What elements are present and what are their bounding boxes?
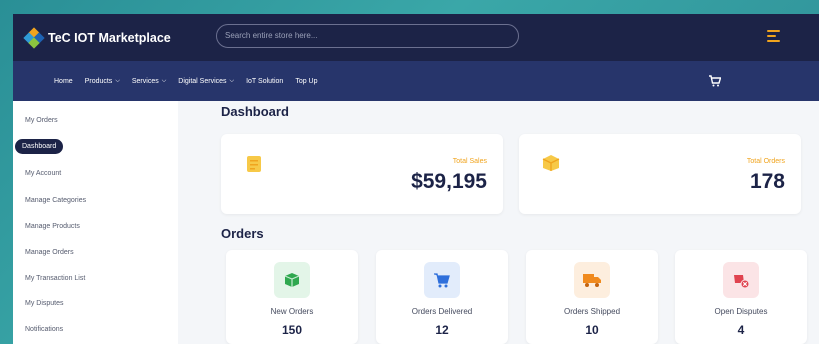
chevron-down-icon: ⌵ [115, 77, 120, 84]
package-icon [274, 262, 310, 298]
stat-value: 178 [749, 170, 785, 193]
sidebar-item-notifications[interactable]: Notifications [25, 326, 63, 333]
order-card-value: 12 [435, 323, 449, 337]
document-icon [247, 156, 261, 172]
order-card-new[interactable]: New Orders 150 [226, 250, 358, 344]
order-card-label: New Orders [270, 307, 314, 316]
sidebar-item-transaction-list[interactable]: My Transaction List [25, 275, 85, 282]
hamburger-menu-icon[interactable] [767, 30, 780, 42]
sidebar-item-my-disputes[interactable]: My Disputes [25, 300, 64, 307]
order-card-label: Open Disputes [714, 307, 768, 316]
box-icon [542, 155, 560, 171]
nav-item-services[interactable]: Services ⌵ [132, 78, 166, 85]
order-card-value: 4 [737, 323, 745, 337]
nav-item-iot-solution[interactable]: IoT Solution [246, 78, 283, 85]
app-window: TeC IOT Marketplace Search entire store … [13, 14, 819, 344]
order-card-disputes[interactable]: Open Disputes 4 [675, 250, 807, 344]
stat-card-total-orders: Total Orders 178 [519, 134, 801, 214]
order-card-label: Orders Delivered [411, 307, 473, 316]
nav-item-digital-services[interactable]: Digital Services ⌵ [178, 78, 234, 85]
nav-item-products[interactable]: Products ⌵ [85, 78, 120, 85]
cart-icon[interactable] [709, 75, 721, 87]
truck-icon [574, 262, 610, 298]
stat-card-total-sales: Total Sales $59,195 [221, 134, 503, 214]
search-input[interactable]: Search entire store here... [216, 24, 519, 48]
nav-item-top-up[interactable]: Top Up [295, 78, 317, 85]
order-card-label: Orders Shipped [563, 307, 621, 316]
chevron-down-icon: ⌵ [161, 77, 167, 84]
dispute-icon [723, 262, 759, 298]
chevron-down-icon: ⌵ [229, 77, 235, 84]
main-nav: Home Products ⌵ Services ⌵ Digital Servi… [13, 61, 819, 101]
sidebar-item-my-orders[interactable]: My Orders [25, 117, 58, 124]
stat-value: $59,195 [411, 170, 487, 193]
sidebar-item-dashboard[interactable]: Dashboard [15, 139, 64, 154]
sidebar: My Orders Dashboard My Account Manage Ca… [13, 101, 178, 344]
main-content: Dashboard Total Sales $59,195 Total Orde… [178, 101, 819, 344]
page-title: Dashboard [221, 104, 289, 119]
sidebar-item-manage-orders[interactable]: Manage Orders [25, 249, 74, 256]
order-card-value: 150 [281, 323, 303, 337]
stat-label: Total Sales [452, 158, 487, 165]
orders-heading: Orders [221, 226, 264, 241]
brand[interactable]: TeC IOT Marketplace [23, 26, 171, 49]
top-bar: TeC IOT Marketplace Search entire store … [13, 14, 819, 61]
cart-icon [424, 262, 460, 298]
order-card-delivered[interactable]: Orders Delivered 12 [376, 250, 508, 344]
sidebar-item-my-account[interactable]: My Account [25, 170, 61, 177]
stat-label: Total Orders [746, 158, 785, 165]
sidebar-item-manage-categories[interactable]: Manage Categories [25, 197, 86, 204]
brand-name: TeC IOT Marketplace [48, 30, 171, 45]
sidebar-item-manage-products[interactable]: Manage Products [25, 223, 80, 230]
brand-logo-icon [23, 26, 45, 49]
nav-item-home[interactable]: Home [54, 78, 73, 85]
order-card-value: 10 [585, 323, 599, 337]
order-card-shipped[interactable]: Orders Shipped 10 [526, 250, 658, 344]
